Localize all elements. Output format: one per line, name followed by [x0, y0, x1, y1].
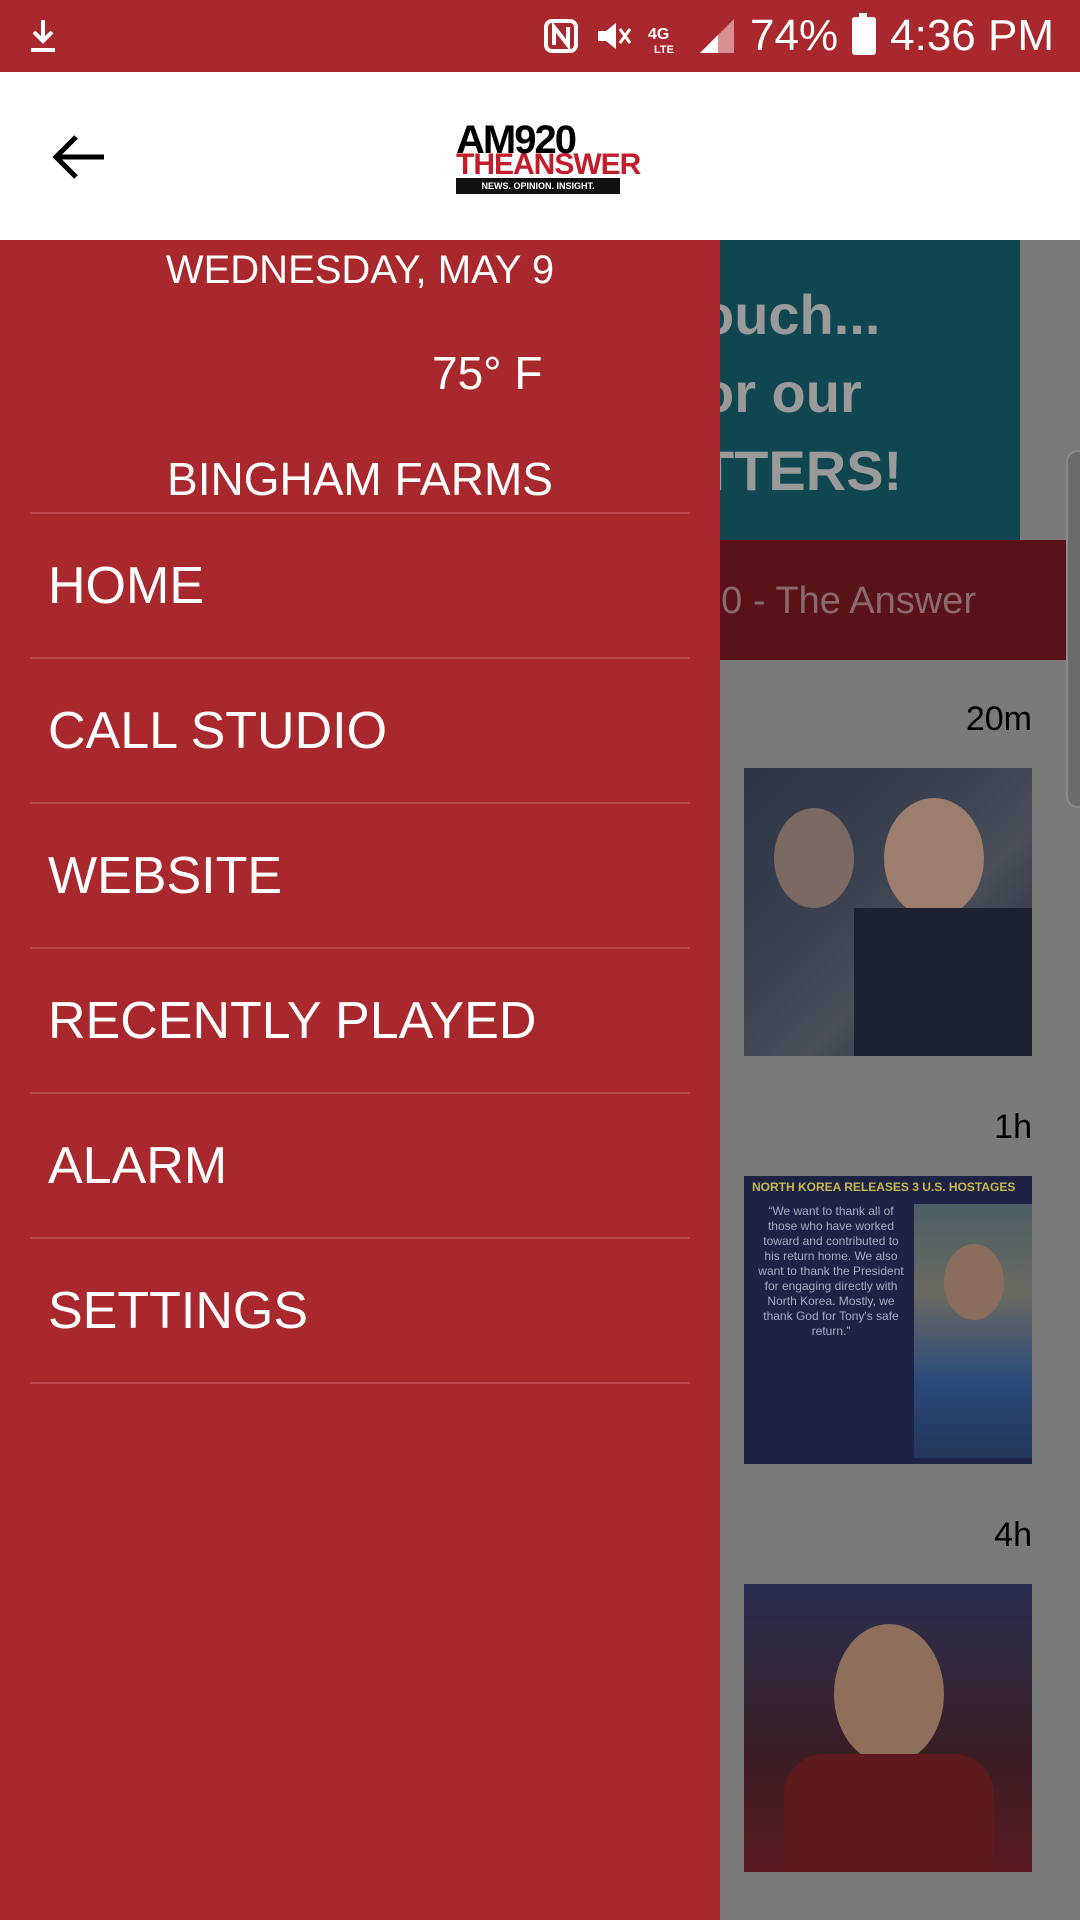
navigation-drawer: WEDNESDAY, MAY 9 75° F BINGHAM FARMS HOM…: [0, 240, 720, 1920]
news-thumbnail[interactable]: [744, 768, 1032, 1056]
news-time: 20m: [965, 700, 1032, 738]
battery-icon: [852, 13, 877, 55]
svg-text:4G: 4G: [648, 26, 669, 43]
hostage-photo: [914, 1204, 1032, 1458]
menu-item-home[interactable]: HOME: [30, 514, 690, 659]
app-bar: AM920 THEANSWER NEWS. OPINION. INSIGHT.: [0, 72, 1080, 240]
promo-line: ouch...: [720, 283, 881, 346]
svg-text:LTE: LTE: [654, 44, 674, 55]
promo-line: or our: [720, 361, 862, 424]
status-bar: 4G LTE 74% 4:36 PM: [0, 0, 1080, 72]
thumbnail-header: NORTH KOREA RELEASES 3 U.S. HOSTAGES: [752, 1180, 1016, 1194]
download-icon: [31, 20, 55, 52]
news-thumbnail[interactable]: [744, 1584, 1032, 1872]
drawer-city: BINGHAM FARMS: [167, 453, 553, 505]
menu-item-call-studio[interactable]: CALL STUDIO: [30, 659, 690, 804]
menu-item-alarm[interactable]: ALARM: [30, 1094, 690, 1239]
station-band[interactable]: 20 - The Answer: [700, 540, 1080, 660]
menu-item-settings[interactable]: SETTINGS: [30, 1239, 690, 1384]
mute-icon: [598, 23, 632, 49]
station-label: 20 - The Answer: [700, 580, 977, 622]
lte-icon: 4G LTE: [648, 26, 674, 55]
nfc-icon: [544, 19, 579, 53]
logo-the-answer: THEANSWER: [456, 148, 641, 181]
drawer-temperature: 75° F: [432, 347, 543, 399]
logo-tagline: NEWS. OPINION. INSIGHT.: [456, 178, 620, 194]
drawer-menu: HOME CALL STUDIO WEBSITE RECENTLY PLAYED…: [30, 512, 690, 1384]
battery-percent: 74%: [750, 11, 839, 60]
back-arrow-icon[interactable]: [44, 122, 114, 192]
scroll-handle[interactable]: [1066, 450, 1080, 808]
clock: 4:36 PM: [890, 11, 1054, 60]
station-logo: AM920 THEANSWER NEWS. OPINION. INSIGHT.: [456, 118, 641, 194]
drawer-date: WEDNESDAY, MAY 9: [165, 248, 555, 292]
menu-item-recently-played[interactable]: RECENTLY PLAYED: [30, 949, 690, 1094]
news-thumbnail[interactable]: NORTH KOREA RELEASES 3 U.S. HOSTAGES “We…: [744, 1176, 1032, 1464]
menu-item-website[interactable]: WEBSITE: [30, 804, 690, 949]
thumbnail-quote: “We want to thank all of those who have …: [758, 1204, 904, 1338]
promo-banner[interactable]: ouch... or our TTERS!: [720, 240, 1020, 540]
promo-line: TTERS!: [720, 439, 903, 502]
news-time: 4h: [994, 1516, 1032, 1554]
news-time: 1h: [994, 1108, 1032, 1146]
signal-icon: [700, 19, 735, 53]
